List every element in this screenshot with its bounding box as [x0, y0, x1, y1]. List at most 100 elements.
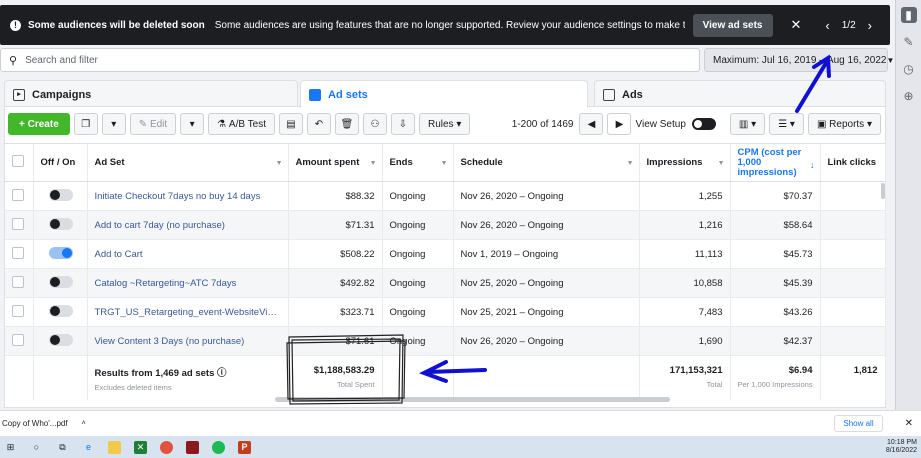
- ad-set-name[interactable]: Catalog ~Retargeting~ATC 7days: [87, 268, 289, 298]
- totals-cell: [33, 355, 88, 400]
- horizontal-scrollbar[interactable]: [275, 397, 670, 402]
- table-row[interactable]: View Content 3 Days (no purchase) $71.61 O…: [5, 326, 886, 356]
- impressions-cell: 10,858: [639, 268, 731, 298]
- duplicate-button[interactable]: ❐: [73, 113, 98, 135]
- close-icon[interactable]: ✕: [905, 418, 913, 429]
- row-checkbox[interactable]: [12, 188, 24, 201]
- row-checkbox[interactable]: [12, 304, 24, 317]
- column-amount-spent[interactable]: Amount spent ▼: [288, 143, 383, 182]
- view-ad-sets-button[interactable]: View ad sets: [692, 13, 773, 37]
- chevron-right-icon[interactable]: ›: [868, 18, 872, 33]
- chrome-icon[interactable]: [160, 440, 173, 454]
- date-range-label: Maximum: Jul 16, 2019 – Aug 16, 2022: [713, 54, 887, 66]
- info-icon[interactable]: ⓘ: [217, 368, 227, 379]
- sort-icon: ▼: [717, 160, 725, 167]
- row-select-cell: [5, 239, 34, 269]
- edge-browser-icon[interactable]: e: [82, 441, 95, 454]
- chevron-left-icon[interactable]: ‹: [825, 18, 829, 33]
- close-icon[interactable]: ✕: [791, 17, 802, 33]
- archive-button[interactable]: ▤: [278, 113, 303, 135]
- tab-campaigns[interactable]: ▸ Campaigns: [4, 80, 298, 108]
- clock-icon[interactable]: ◷: [901, 61, 917, 77]
- column-impressions[interactable]: Impressions ▼: [639, 143, 731, 182]
- ad-set-toggle[interactable]: [48, 304, 73, 317]
- reports-button[interactable]: ▣ Reports ▾: [807, 113, 881, 135]
- ad-set-toggle[interactable]: [48, 275, 73, 288]
- view-setup-toggle[interactable]: [691, 118, 716, 130]
- vertical-scrollbar[interactable]: [881, 183, 885, 199]
- ad-set-name[interactable]: View Content 3 Days (no purchase): [87, 326, 289, 356]
- row-checkbox[interactable]: [12, 246, 24, 259]
- cortana-circle-icon[interactable]: ○: [30, 441, 43, 454]
- row-checkbox[interactable]: [12, 333, 24, 346]
- download-file[interactable]: Copy of Who'...pdf: [2, 419, 68, 428]
- next-page-button[interactable]: ▶: [607, 113, 632, 135]
- file-explorer-icon[interactable]: [108, 440, 121, 454]
- table-row[interactable]: Initiate Checkout 7days no buy 14 days $8…: [5, 181, 886, 211]
- column-off-on[interactable]: Off / On: [33, 143, 88, 182]
- tab-ads[interactable]: Ads: [594, 80, 886, 108]
- prev-page-button[interactable]: ◀: [579, 113, 604, 135]
- chevron-up-icon[interactable]: ˄: [82, 420, 86, 427]
- column-ends[interactable]: Ends ▼: [382, 143, 454, 182]
- ad-set-toggle[interactable]: [48, 188, 73, 201]
- delete-button[interactable]: 🗑: [334, 113, 359, 135]
- row-select-cell: [5, 297, 34, 327]
- search-input[interactable]: ⚲ Search and filter: [0, 48, 700, 72]
- create-button[interactable]: + Create: [8, 113, 70, 135]
- xbox-icon[interactable]: ✕: [134, 440, 147, 454]
- task-view-icon[interactable]: ⧉: [56, 441, 69, 454]
- ad-set-name[interactable]: TRGT_US_Retargeting_event-WebsiteVisitor…: [87, 297, 289, 327]
- edit-button[interactable]: ✎ Edit: [129, 113, 177, 135]
- chart-icon[interactable]: ▮: [900, 7, 917, 23]
- create-label: Create: [27, 118, 59, 130]
- table-row[interactable]: Add to cart 7day (no purchase) $71.31 Ongo…: [5, 210, 886, 240]
- total-spent: $1,188,583.29: [313, 365, 375, 376]
- row-checkbox[interactable]: [12, 217, 24, 230]
- cpm-cell: $42.37: [730, 326, 821, 356]
- ad-set-name[interactable]: Add to Cart: [87, 239, 289, 269]
- archive-icon: ▤: [286, 118, 296, 130]
- zoom-search-icon[interactable]: ⊕: [901, 88, 917, 104]
- ad-set-name[interactable]: Add to cart 7day (no purchase): [87, 210, 289, 240]
- ad-set-toggle[interactable]: [48, 217, 73, 230]
- edit-dropdown[interactable]: ▾: [180, 113, 205, 135]
- table-row[interactable]: Catalog ~Retargeting~ATC 7days $492.82 Ong…: [5, 268, 886, 298]
- breakdown-button[interactable]: ☰ ▾: [769, 113, 804, 135]
- system-clock[interactable]: 10:18 PM 8/16/2022: [886, 439, 917, 455]
- tab-ad-sets[interactable]: Ad sets: [300, 80, 588, 108]
- notification-banner: ! Some audiences will be deleted soon So…: [0, 5, 890, 45]
- columns-button[interactable]: ▥ ▾: [729, 113, 766, 135]
- rules-button[interactable]: Rules ▾: [418, 113, 471, 135]
- ends-cell: Ongoing: [382, 239, 454, 269]
- preview-button[interactable]: ⇩: [390, 113, 415, 135]
- sort-desc-icon: ↓: [810, 160, 815, 170]
- column-ad-set[interactable]: Ad Set ▼: [87, 143, 289, 182]
- toolbar: + Create ❐ ▾ ✎ Edit ▾ ⚗ A/B Test ▤ ↶ 🗑 ⚇…: [5, 107, 885, 141]
- powerpoint-icon[interactable]: P: [238, 440, 251, 454]
- ab-test-button[interactable]: ⚗ A/B Test: [208, 113, 275, 135]
- row-checkbox[interactable]: [12, 275, 24, 288]
- show-all-button[interactable]: Show all: [834, 415, 883, 432]
- reports-label: Reports: [829, 118, 865, 130]
- edit-pencil-icon[interactable]: ✎: [901, 34, 917, 50]
- duplicate-dropdown[interactable]: ▾: [101, 113, 126, 135]
- undo-button[interactable]: ↶: [306, 113, 331, 135]
- column-cpm[interactable]: CPM (cost per 1,000 impressions) ↓: [730, 143, 821, 182]
- impressions-cell: 1,216: [639, 210, 731, 240]
- table-row[interactable]: Add to Cart $508.22 Ongoing Nov 1, 2019 – O…: [5, 239, 886, 269]
- ad-set-name[interactable]: Initiate Checkout 7days no buy 14 days: [87, 181, 289, 211]
- ad-set-toggle[interactable]: [48, 333, 73, 346]
- table-row[interactable]: TRGT_US_Retargeting_event-WebsiteVisitor…: [5, 297, 886, 327]
- column-link-clicks[interactable]: Link clicks: [820, 143, 886, 182]
- spotify-icon[interactable]: [212, 440, 225, 454]
- audience-button[interactable]: ⚇: [362, 113, 387, 135]
- ad-set-toggle[interactable]: [48, 246, 73, 259]
- row-select-cell: [5, 210, 34, 240]
- date-range-picker[interactable]: Maximum: Jul 16, 2019 – Aug 16, 2022 ▼: [704, 48, 894, 72]
- column-schedule[interactable]: Schedule ▼: [453, 143, 640, 182]
- windows-start-icon[interactable]: ⊞: [4, 441, 17, 454]
- app-icon[interactable]: [186, 440, 199, 454]
- select-all-checkbox[interactable]: [12, 155, 24, 167]
- ads-manager-window: ▮ ✎ ◷ ⊕ ! Some audiences will be deleted…: [0, 0, 921, 458]
